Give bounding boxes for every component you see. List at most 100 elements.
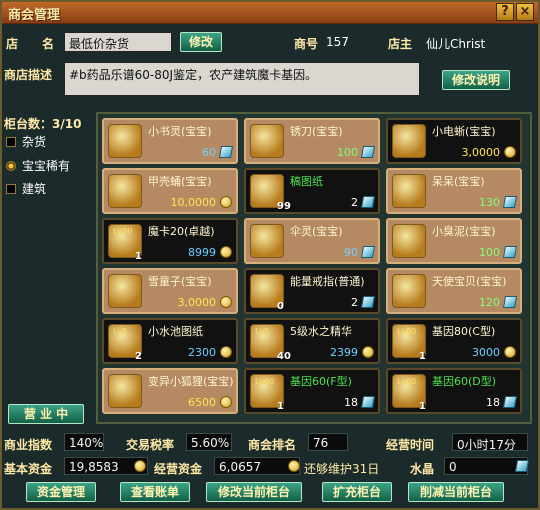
crystal-label: 水晶 — [410, 462, 435, 476]
gold-coin-icon — [220, 196, 232, 208]
item-level: Lv5 — [255, 327, 270, 336]
item-slot[interactable]: 99 稿图纸 2 — [244, 168, 380, 214]
item-slot[interactable]: 锈刀(宝宝) 100 — [244, 118, 380, 164]
fox-egg-icon — [108, 374, 142, 408]
item-name: 雪童子(宝宝) — [148, 275, 212, 288]
item-slot[interactable]: 小臭泥(宝宝) 100 — [386, 218, 522, 264]
category-rare-pets[interactable]: 宝宝稀有 — [6, 157, 70, 174]
green-gene-icon: Lv60 1 — [250, 374, 284, 412]
item-level: Lv1 — [113, 327, 128, 336]
item-grid: 小书灵(宝宝) 60 锈刀(宝宝) 100 小电蜥(宝宝) 3,0000 甲壳蛹(宝宝) 10… — [96, 112, 532, 424]
item-slot[interactable]: 0 能量戒指(普通) 2 — [244, 268, 380, 314]
pool-icon: Lv1 2 — [108, 324, 142, 362]
item-name: 稿图纸 — [290, 175, 323, 188]
gold-coin-icon — [220, 396, 232, 408]
item-slot[interactable]: 甲壳蛹(宝宝) 10,0000 — [102, 168, 238, 214]
business-index-label: 商业指数 — [4, 438, 53, 452]
purple-gene-icon: Lv80 1 — [392, 324, 426, 362]
item-price: 3000 — [472, 346, 500, 359]
crystal-icon — [360, 396, 376, 408]
item-name: 甲壳蛹(宝宝) — [148, 175, 212, 188]
item-count: 40 — [277, 351, 291, 362]
category-groceries[interactable]: 杂货 — [6, 133, 46, 150]
gold-coin-icon — [504, 146, 516, 158]
shop-desc-field[interactable]: #b药品乐谱60-80J鉴定，农产建筑魔卡基因。 — [64, 62, 420, 96]
category-buildings[interactable]: 建筑 — [6, 180, 46, 197]
gold-coin-icon — [220, 296, 232, 308]
item-price: 90 — [344, 246, 358, 259]
item-price: 10,0000 — [170, 196, 217, 209]
item-slot[interactable]: 呆呆(宝宝) 130 — [386, 168, 522, 214]
teal-egg-icon — [250, 224, 284, 258]
item-price: 100 — [479, 246, 500, 259]
item-slot[interactable]: 天使宝贝(宝宝) 120 — [386, 268, 522, 314]
title-bar[interactable]: 商会管理 ? × — [2, 2, 538, 24]
item-slot[interactable]: 变异小狐狸(宝宝) 6500 — [102, 368, 238, 414]
item-slot[interactable]: 伞灵(宝宝) 90 — [244, 218, 380, 264]
shop-name-field[interactable]: 最低价杂货 — [64, 32, 172, 52]
close-button[interactable]: × — [516, 3, 534, 21]
purple-egg-icon — [108, 274, 142, 308]
crystal-icon — [502, 296, 518, 308]
gold-coin-icon — [134, 460, 146, 472]
gold-coin-icon — [220, 246, 232, 258]
item-name: 锈刀(宝宝) — [290, 125, 343, 138]
item-price: 3,0000 — [461, 146, 501, 159]
fund-management-button[interactable]: 资金管理 — [26, 482, 96, 502]
item-name: 5级水之精华 — [290, 325, 352, 338]
owner-value: 仙儿Christ — [426, 37, 486, 51]
item-name: 天使宝贝(宝宝) — [432, 275, 507, 288]
rank-label: 商会排名 — [248, 438, 297, 452]
shop-id-value: 157 — [326, 35, 349, 49]
gold-coin-icon — [362, 346, 374, 358]
shop-desc-label: 商店描述 — [4, 68, 53, 82]
yellow-egg-icon — [392, 174, 426, 208]
modify-counter-button[interactable]: 修改当前柜台 — [206, 482, 302, 502]
reduce-counter-button[interactable]: 削减当前柜台 — [408, 482, 504, 502]
item-slot[interactable]: Lv5 40 5级水之精华 2399 — [244, 318, 380, 364]
item-name: 基因60(F型) — [290, 375, 352, 388]
item-count: 1 — [419, 351, 426, 362]
item-name: 小水池图纸 — [148, 325, 203, 338]
expand-counter-button[interactable]: 扩充柜台 — [322, 482, 392, 502]
item-price: 18 — [486, 396, 500, 409]
checkbox-icon — [6, 137, 16, 147]
item-level: Lv20 — [113, 227, 133, 236]
item-name: 基因60(D型) — [432, 375, 497, 388]
crystal-icon — [502, 396, 518, 408]
open-business-button[interactable]: 营 业 中 — [8, 404, 84, 424]
item-slot[interactable]: 小电蜥(宝宝) 3,0000 — [386, 118, 522, 164]
item-slot[interactable]: Lv20 1 魔卡20(卓越) 8999 — [102, 218, 238, 264]
dark-egg-icon — [392, 124, 426, 158]
item-slot[interactable]: Lv60 1 基因60(F型) 18 — [244, 368, 380, 414]
time-label: 经营时间 — [386, 438, 435, 452]
window-title: 商会管理 — [8, 8, 61, 23]
blue-egg-icon — [108, 124, 142, 158]
item-slot[interactable]: Lv80 1 基因80(C型) 3000 — [386, 318, 522, 364]
magic-card-icon: Lv20 1 — [108, 224, 142, 262]
modify-name-button[interactable]: 修改 — [180, 32, 222, 52]
modify-desc-button[interactable]: 修改说明 — [442, 70, 510, 90]
item-slot[interactable]: Lv60 1 基因60(D型) 18 — [386, 368, 522, 414]
water-essence-icon: Lv5 40 — [250, 324, 291, 362]
item-slot[interactable]: 雪童子(宝宝) 3,0000 — [102, 268, 238, 314]
help-button[interactable]: ? — [496, 3, 514, 21]
gold-coin-icon — [288, 460, 300, 472]
item-price: 120 — [479, 296, 500, 309]
green-egg-icon — [108, 174, 142, 208]
tax-value: 5.60% — [186, 433, 232, 451]
item-name: 小书灵(宝宝) — [148, 125, 212, 138]
checkbox-icon — [6, 184, 16, 194]
ring-icon: 0 — [250, 274, 284, 312]
view-bill-button[interactable]: 查看账单 — [120, 482, 190, 502]
maintain-days: 还够维护31日 — [304, 462, 380, 476]
green-gene-icon: Lv60 1 — [392, 374, 426, 412]
dark-egg-icon — [250, 124, 284, 158]
crystal-icon — [502, 246, 518, 258]
item-slot[interactable]: 小书灵(宝宝) 60 — [102, 118, 238, 164]
item-slot[interactable]: Lv1 2 小水池图纸 2300 — [102, 318, 238, 364]
purple-egg-icon — [392, 224, 426, 258]
item-count: 99 — [277, 201, 291, 212]
item-name: 呆呆(宝宝) — [432, 175, 485, 188]
rank-value: 76 — [308, 433, 348, 451]
